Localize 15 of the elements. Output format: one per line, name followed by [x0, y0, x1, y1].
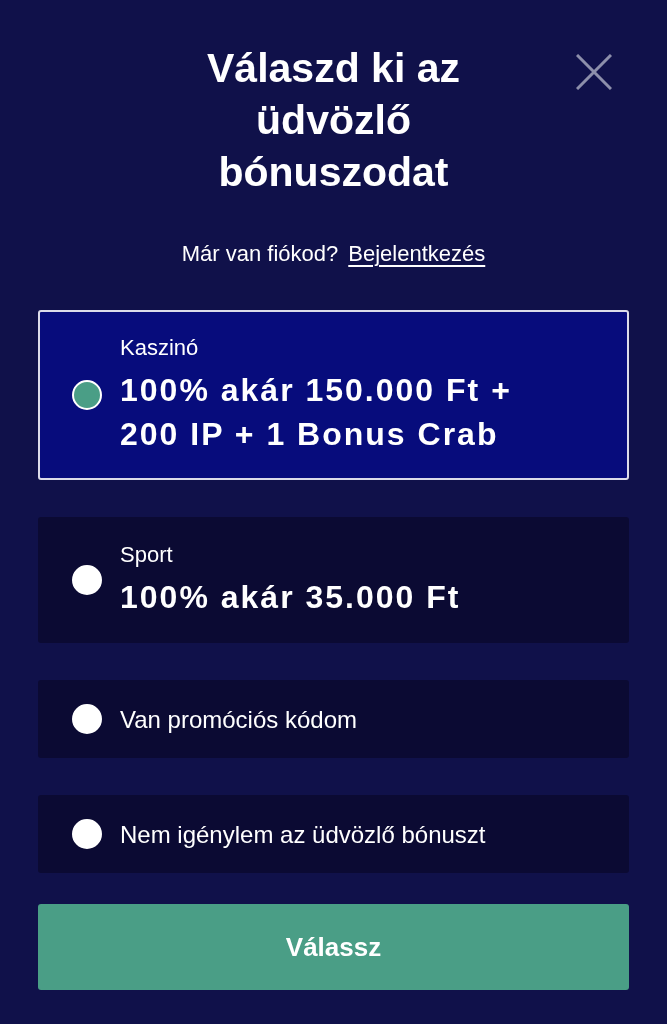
offer-title: 100% akár 35.000 Ft [120, 578, 461, 617]
category-label: Kaszinó [120, 334, 200, 362]
option-label: Van promóciós kódom [120, 704, 357, 734]
login-link[interactable]: Bejelentkezés [348, 239, 486, 269]
bonus-option[interactable]: Sport 100% akár 35.000 Ft [38, 517, 629, 643]
close-icon [576, 54, 612, 90]
login-prompt-text: Már van fiókod? [181, 240, 339, 268]
dialog-title: Válaszd ki az üdvözlő bónuszodat [206, 44, 461, 197]
bonus-option[interactable]: Van promóciós kódom [38, 680, 629, 758]
option-label: Nem igénylem az üdvözlő bónuszt [120, 819, 486, 849]
bonus-option[interactable]: Kaszinó 100% akár 150.000 Ft + 200 IP + 1 Bonus Crab [38, 310, 629, 480]
category-label: Sport [120, 541, 174, 569]
offer-title: 100% akár 150.000 Ft + 200 IP + 1 Bonus Crab [120, 371, 513, 454]
bonus-option[interactable]: Nem igénylem az üdvözlő bónuszt [38, 795, 629, 873]
close-button[interactable] [576, 54, 612, 90]
